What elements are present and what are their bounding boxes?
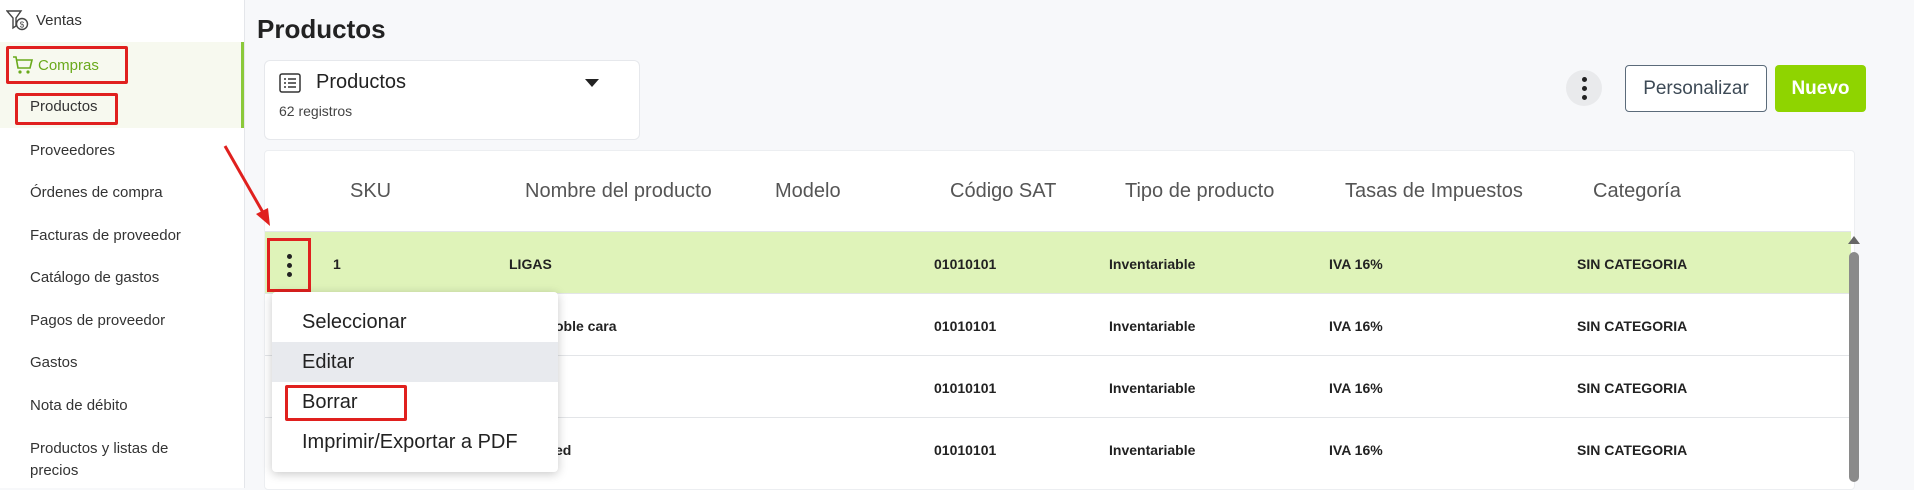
column-header-name[interactable]: Nombre del producto <box>525 180 712 203</box>
page-title: Productos <box>257 14 386 44</box>
sidebar-item-proveedores[interactable]: Proveedores <box>30 142 115 159</box>
sidebar-item-ordenes[interactable]: Órdenes de compra <box>30 184 163 201</box>
cell-tax: IVA 16% <box>1329 442 1383 458</box>
annotation-box-compras <box>6 46 128 84</box>
column-header-type[interactable]: Tipo de producto <box>1125 180 1274 203</box>
column-header-sat[interactable]: Código SAT <box>950 180 1056 203</box>
new-button[interactable]: Nuevo <box>1775 65 1866 112</box>
sidebar-item-catalogo[interactable]: Catálogo de gastos <box>30 269 159 286</box>
column-header-category[interactable]: Categoría <box>1593 180 1681 203</box>
sidebar-item-gastos[interactable]: Gastos <box>30 354 78 371</box>
kebab-icon <box>286 253 292 277</box>
cell-sat: 01010101 <box>934 380 997 396</box>
view-selector[interactable]: Productos 62 registros <box>264 60 640 140</box>
cell-type: Inventariable <box>1109 256 1196 272</box>
column-header-model[interactable]: Modelo <box>775 180 841 203</box>
cell-sku: 1 <box>333 256 341 272</box>
cell-type: Inventariable <box>1109 380 1196 396</box>
sidebar-item-pagos[interactable]: Pagos de proveedor <box>30 312 165 329</box>
customize-button[interactable]: Personalizar <box>1625 65 1767 112</box>
cell-sat: 01010101 <box>934 256 997 272</box>
menu-item-edit[interactable]: Editar <box>272 342 558 382</box>
sidebar-listas-line2: precios <box>30 462 79 479</box>
svg-text:$: $ <box>20 21 25 30</box>
row-context-menu: Seleccionar Editar Borrar Imprimir/Expor… <box>272 292 558 472</box>
annotation-box-productos <box>15 93 118 125</box>
sidebar-item-nota-debito[interactable]: Nota de débito <box>30 397 128 414</box>
cell-tax: IVA 16% <box>1329 256 1383 272</box>
record-count: 62 registros <box>279 103 353 119</box>
menu-item-export-pdf[interactable]: Imprimir/Exportar a PDF <box>272 422 558 462</box>
cell-type: Inventariable <box>1109 318 1196 334</box>
cell-tax: IVA 16% <box>1329 380 1383 396</box>
cell-category: SIN CATEGORIA <box>1577 318 1688 334</box>
menu-item-select[interactable]: Seleccionar <box>272 302 558 342</box>
list-icon <box>279 73 301 93</box>
cell-category: SIN CATEGORIA <box>1577 380 1688 396</box>
view-name: Productos <box>316 71 407 93</box>
table-row[interactable]: 1 LIGAS 01010101 Inventariable IVA 16% S… <box>265 231 1851 294</box>
more-options-button[interactable] <box>1566 70 1602 106</box>
sidebar-listas-line1: Productos y listas de <box>30 440 169 457</box>
cell-category: SIN CATEGORIA <box>1577 256 1688 272</box>
cell-sat: 01010101 <box>934 442 997 458</box>
cell-tax: IVA 16% <box>1329 318 1383 334</box>
cell-name: oble cara <box>555 318 617 334</box>
row-actions-button[interactable] <box>267 238 311 292</box>
column-header-sku[interactable]: SKU <box>350 180 391 203</box>
scrollbar-thumb[interactable] <box>1849 252 1859 482</box>
cell-sat: 01010101 <box>934 318 997 334</box>
sidebar-item-ventas[interactable]: $ Ventas <box>6 8 250 32</box>
sidebar-item-listas-precios[interactable]: Productos y listas de precios <box>30 438 168 482</box>
column-header-tax[interactable]: Tasas de Impuestos <box>1345 180 1523 203</box>
cell-name: LIGAS <box>509 256 552 272</box>
sidebar-ventas-label: Ventas <box>36 11 82 29</box>
sidebar-item-facturas[interactable]: Facturas de proveedor <box>30 227 181 244</box>
kebab-icon <box>1581 76 1587 100</box>
sidebar: $ Ventas Compras Productos Proveedores Ó… <box>0 0 245 488</box>
annotation-box-borrar <box>285 385 407 421</box>
caret-down-icon[interactable] <box>585 79 599 87</box>
cell-type: Inventariable <box>1109 442 1196 458</box>
scroll-up-arrow-icon[interactable] <box>1848 236 1860 244</box>
cell-category: SIN CATEGORIA <box>1577 442 1688 458</box>
ventas-icon: $ <box>6 10 29 31</box>
